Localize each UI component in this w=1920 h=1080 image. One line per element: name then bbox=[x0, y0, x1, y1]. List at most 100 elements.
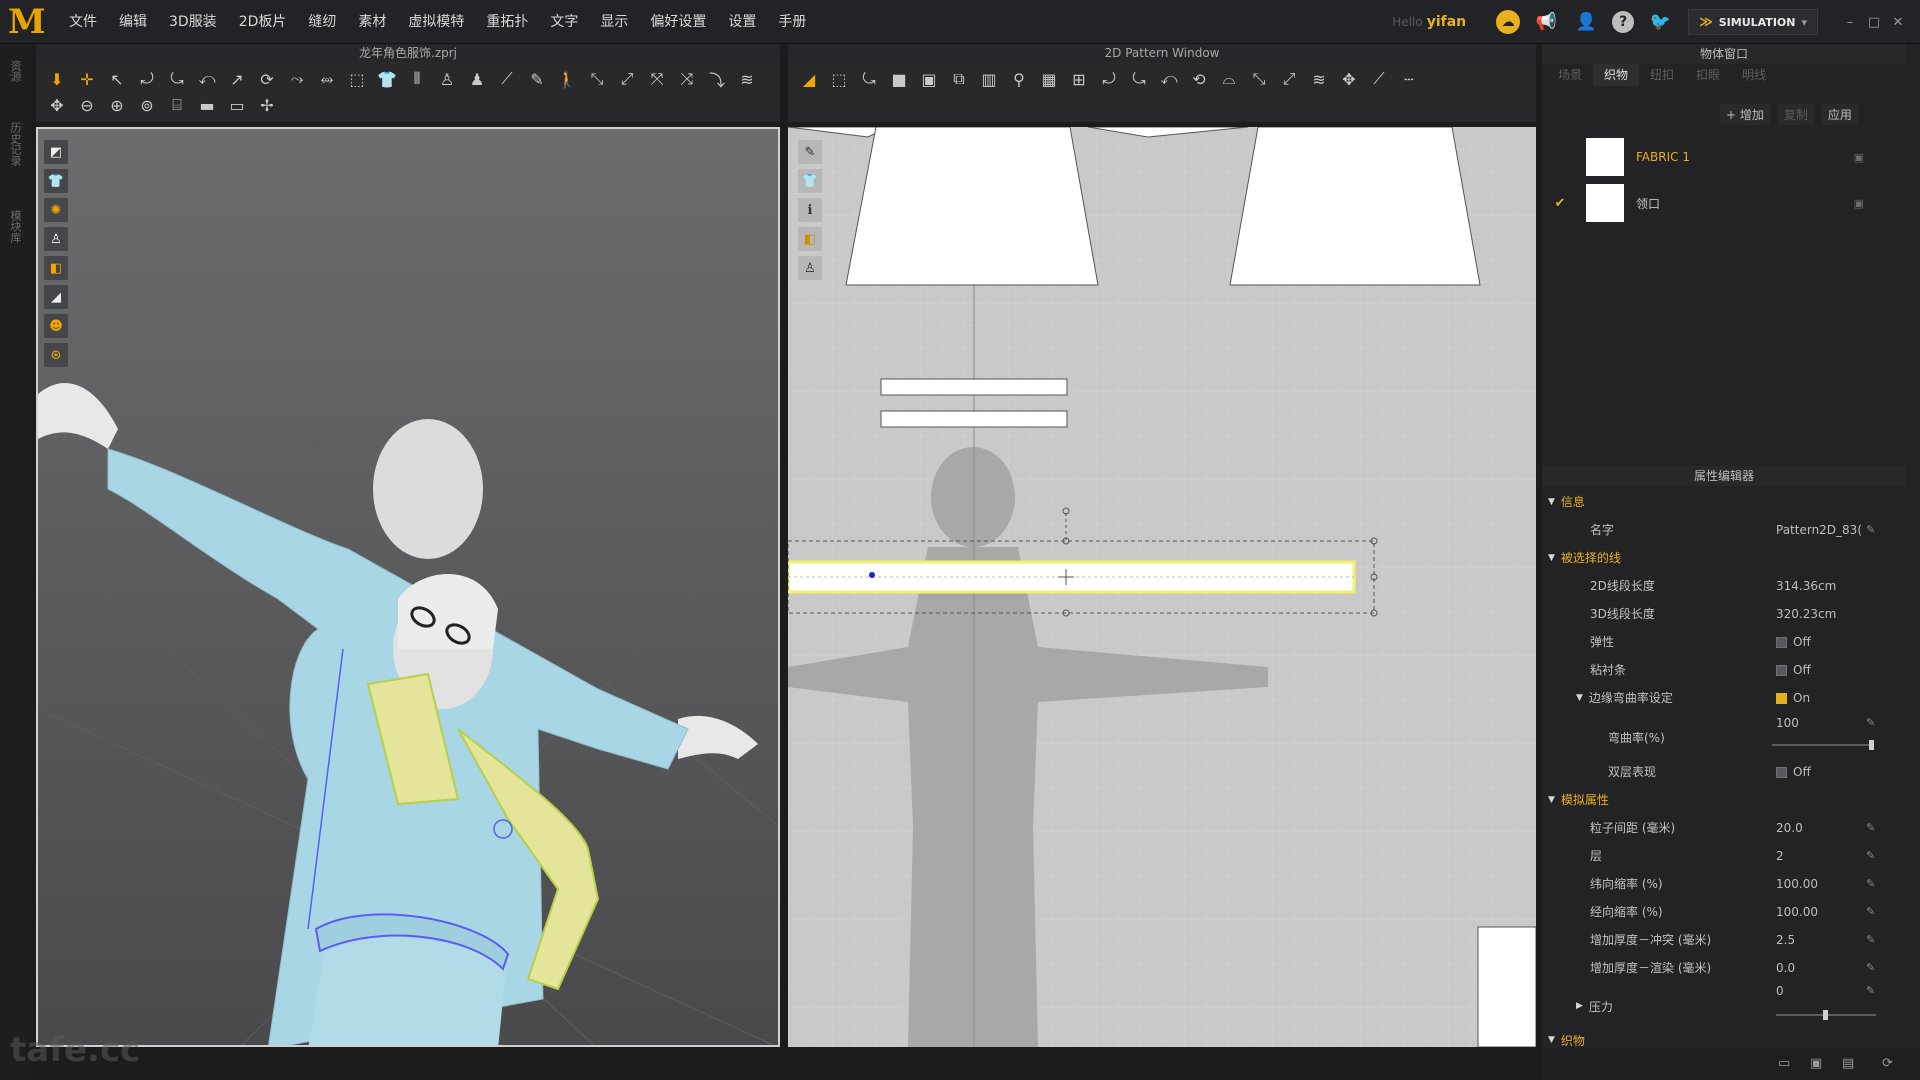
tab-scene[interactable]: 场景 bbox=[1547, 64, 1593, 86]
edit-pencil-icon[interactable]: ✎ bbox=[1866, 905, 1875, 918]
3d-viewport[interactable] bbox=[36, 127, 780, 1047]
garment-2d-view-icon[interactable]: 👕 bbox=[798, 169, 822, 193]
symmetry-icon[interactable]: ✥ bbox=[42, 92, 72, 118]
arrangement-icon[interactable]: ⬚ bbox=[342, 66, 372, 92]
stitch-icon[interactable]: ⤡ bbox=[582, 66, 612, 92]
dashed-line-icon[interactable]: ┄ bbox=[1394, 66, 1424, 92]
internal-polygon-icon[interactable]: ▥ bbox=[974, 66, 1004, 92]
curve-checkbox[interactable] bbox=[1776, 692, 1787, 704]
apply-fabric-button[interactable]: 应用 bbox=[1821, 104, 1858, 125]
fold-pattern-icon[interactable]: ⤺ bbox=[1154, 66, 1184, 92]
len2d-value[interactable]: 314.36cm bbox=[1776, 579, 1836, 593]
garment-icon[interactable]: 👕 bbox=[372, 66, 402, 92]
add-fabric-button[interactable]: + 增加 bbox=[1720, 104, 1770, 125]
fabric-lock-icon[interactable]: ▣ bbox=[1854, 151, 1864, 164]
close-icon[interactable]: ✕ bbox=[1886, 15, 1910, 30]
name-value[interactable]: Pattern2D_83( bbox=[1776, 523, 1862, 537]
edit-pencil-icon[interactable]: ✎ bbox=[1866, 821, 1875, 834]
view-all-icon[interactable]: ◩ bbox=[44, 140, 68, 164]
polygon-icon[interactable]: ■ bbox=[884, 66, 914, 92]
layout-single-icon[interactable]: ▭ bbox=[1778, 1056, 1790, 1071]
grading-icon[interactable]: ▦ bbox=[1034, 66, 1064, 92]
copy-fabric-button[interactable]: 复制 bbox=[1777, 104, 1814, 125]
edit-pencil-icon[interactable]: ✎ bbox=[1866, 849, 1875, 862]
fabric-line-icon[interactable]: ⥈ bbox=[312, 66, 342, 92]
free-sew-icon[interactable]: ⤨ bbox=[672, 66, 702, 92]
menu-avatar[interactable]: 虚拟模特 bbox=[397, 0, 475, 44]
tape-checkbox[interactable] bbox=[1776, 664, 1787, 676]
tab-topstitch[interactable]: 明线 bbox=[1731, 64, 1777, 86]
rotate-icon[interactable]: ⟲ bbox=[1184, 66, 1214, 92]
2d-viewport[interactable] bbox=[788, 127, 1536, 1047]
elastic-checkbox[interactable] bbox=[1776, 636, 1787, 648]
buttonhole-icon[interactable]: ⊕ bbox=[102, 92, 132, 118]
cloud-icon[interactable]: ☁ bbox=[1496, 10, 1521, 34]
menu-preferences[interactable]: 偏好设置 bbox=[639, 0, 717, 44]
side-tab-library[interactable]: 资源 bbox=[9, 60, 23, 82]
menu-file[interactable]: 文件 bbox=[58, 0, 108, 44]
seam-allowance-icon[interactable]: ⤾ bbox=[1094, 66, 1124, 92]
announcement-icon[interactable]: 📢 bbox=[1532, 8, 1560, 36]
thick-render-value[interactable]: 0.0 bbox=[1776, 961, 1795, 975]
pressure-value[interactable]: 0 bbox=[1776, 984, 1784, 998]
community-icon[interactable]: 🐦 bbox=[1646, 8, 1674, 36]
walk-icon[interactable]: 🚶 bbox=[552, 66, 582, 92]
gather-2d-icon[interactable]: ≋ bbox=[1304, 66, 1334, 92]
tab-button[interactable]: 纽扣 bbox=[1639, 64, 1685, 86]
texture-view-icon[interactable]: ◧ bbox=[44, 256, 68, 280]
double-toggle[interactable]: Off bbox=[1776, 765, 1811, 779]
gather-icon[interactable]: ≋ bbox=[732, 66, 762, 92]
check-sew-icon[interactable]: ✥ bbox=[1334, 66, 1364, 92]
minimize-icon[interactable]: – bbox=[1838, 15, 1862, 30]
select-move-icon[interactable]: ✛ bbox=[72, 66, 102, 92]
brush-icon[interactable]: ✎ bbox=[522, 66, 552, 92]
sewing-view-icon[interactable]: ✺ bbox=[44, 198, 68, 222]
ruler-icon[interactable]: ⟋ bbox=[1364, 66, 1394, 92]
tack-icon[interactable]: ⟳ bbox=[252, 66, 282, 92]
pressure-slider-knob[interactable] bbox=[1823, 1010, 1828, 1020]
avatar-2d-view-icon[interactable]: ♙ bbox=[798, 256, 822, 280]
grid-icon[interactable]: ⊞ bbox=[1064, 66, 1094, 92]
seam-line-icon[interactable]: ⤳ bbox=[282, 66, 312, 92]
skin-view-icon[interactable]: ☻ bbox=[44, 314, 68, 338]
fold-icon[interactable]: ⤿ bbox=[162, 66, 192, 92]
pattern-sew-icon[interactable]: ⤡ bbox=[1244, 66, 1274, 92]
rectangle-icon[interactable]: ▣ bbox=[914, 66, 944, 92]
puckering-icon[interactable]: ▭ bbox=[222, 92, 252, 118]
menu-edit[interactable]: 编辑 bbox=[108, 0, 158, 44]
free-sew-2d-icon[interactable]: ⤢ bbox=[1274, 66, 1304, 92]
stitch-free-icon[interactable]: ⤢ bbox=[612, 66, 642, 92]
environment-view-icon[interactable]: ⊛ bbox=[44, 343, 68, 367]
selected-line-group-header[interactable]: ▼ 被选择的线 bbox=[1548, 546, 1898, 569]
edit-pencil-icon[interactable]: ✎ bbox=[1866, 716, 1875, 729]
curvature-value[interactable]: 100 bbox=[1776, 716, 1799, 730]
pin-icon[interactable]: ↗ bbox=[222, 66, 252, 92]
edit-pencil-icon[interactable]: ✎ bbox=[1866, 961, 1875, 974]
dart-icon[interactable]: ⚲ bbox=[1004, 66, 1034, 92]
side-tab-history[interactable]: 历史记录 bbox=[9, 122, 23, 166]
fabric-group-header[interactable]: ▼ 织物 bbox=[1548, 1032, 1898, 1048]
account-icon[interactable]: 👤 bbox=[1572, 8, 1600, 36]
avatar-measure-icon[interactable]: ♟ bbox=[462, 66, 492, 92]
thick-collision-value[interactable]: 2.5 bbox=[1776, 933, 1795, 947]
menu-manual[interactable]: 手册 bbox=[767, 0, 817, 44]
curve-toggle[interactable]: On bbox=[1776, 691, 1810, 705]
pants-icon[interactable]: ⫴ bbox=[402, 66, 432, 92]
menu-materials[interactable]: 素材 bbox=[347, 0, 397, 44]
menu-display[interactable]: 显示 bbox=[589, 0, 639, 44]
menu-sewing[interactable]: 缝纫 bbox=[297, 0, 347, 44]
edit-pencil-icon[interactable]: ✎ bbox=[1866, 984, 1875, 997]
particle-value[interactable]: 20.0 bbox=[1776, 821, 1803, 835]
edit-curve-icon[interactable]: ⤿ bbox=[854, 66, 884, 92]
info-view-icon[interactable]: ℹ bbox=[798, 198, 822, 222]
select-mesh-icon[interactable]: ↖ bbox=[102, 66, 132, 92]
menu-text[interactable]: 文字 bbox=[539, 0, 589, 44]
refresh-icon[interactable]: ⟳ bbox=[1882, 1056, 1893, 1071]
weft-value[interactable]: 100.00 bbox=[1776, 877, 1818, 891]
garment-view-icon[interactable]: 👕 bbox=[44, 169, 68, 193]
trace-icon[interactable]: ⌓ bbox=[1214, 66, 1244, 92]
texture-2d-view-icon[interactable]: ◧ bbox=[798, 227, 822, 251]
transform-pattern-icon[interactable]: ◢ bbox=[794, 66, 824, 92]
side-tab-modular[interactable]: 模块库 bbox=[9, 210, 23, 243]
menu-2d-pattern[interactable]: 2D板片 bbox=[228, 0, 298, 44]
